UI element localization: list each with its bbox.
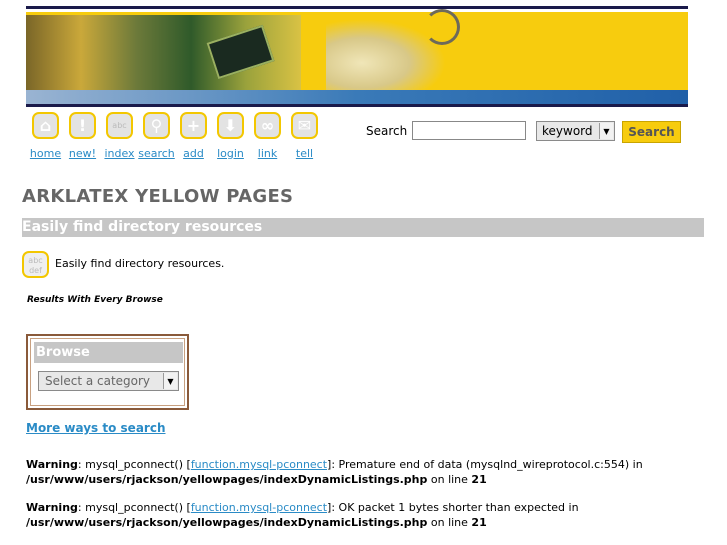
header-banner (26, 6, 688, 107)
search-type-select[interactable]: keyword ▼ (536, 121, 615, 141)
banner-blue-band (26, 90, 688, 104)
warning-pre: : mysql_pconnect() [ (77, 458, 191, 471)
warning-post: ]: OK packet 1 bytes shorter than expect… (327, 501, 579, 514)
warning-label: Warning (26, 458, 78, 471)
warning-message: Warning: mysql_pconnect() [function.mysq… (26, 500, 579, 530)
nav-index-label[interactable]: index (104, 147, 134, 160)
warning-path: /usr/www/users/rjackson/yellowpages/inde… (26, 516, 428, 529)
nav-add[interactable]: + add (178, 112, 209, 160)
warning-message: Warning: mysql_pconnect() [function.mysq… (26, 457, 643, 487)
nav-new[interactable]: ! new! (67, 112, 98, 160)
warning-online: on line (427, 516, 472, 529)
category-select[interactable]: Select a category ▼ (38, 371, 179, 391)
chevron-down-icon[interactable]: ▼ (599, 123, 613, 139)
warning-label: Warning (26, 501, 78, 514)
warning-path: /usr/www/users/rjackson/yellowpages/inde… (26, 473, 428, 486)
warning-function-link[interactable]: function.mysql-pconnect (191, 458, 327, 471)
search-label: Search (366, 124, 408, 138)
warning-line-number: 21 (471, 473, 487, 486)
down-arrow-icon[interactable]: ⬇ (217, 112, 244, 139)
nav-link-label[interactable]: link (258, 147, 277, 160)
magnifier-icon[interactable]: ⚲ (143, 112, 170, 139)
browse-panel: Browse Select a category ▼ (26, 334, 189, 410)
search-input[interactable] (412, 121, 526, 140)
nav-home[interactable]: ⌂ home (30, 112, 61, 160)
banner-phone-cord-art (424, 9, 460, 45)
abc-icon[interactable]: abc (106, 112, 133, 139)
nav-search-label[interactable]: search (138, 147, 175, 160)
icon-nav: ⌂ home ! new! abc index ⚲ search + add ⬇… (30, 112, 320, 160)
warning-pre: : mysql_pconnect() [ (77, 501, 191, 514)
nav-index[interactable]: abc index (104, 112, 135, 160)
nav-tell[interactable]: ✉ tell (289, 112, 320, 160)
abc-icon: abc def (22, 251, 49, 278)
warning-online: on line (427, 473, 472, 486)
nav-new-label[interactable]: new! (69, 147, 96, 160)
category-select-value: Select a category (45, 374, 151, 388)
nav-add-label[interactable]: add (183, 147, 204, 160)
exclamation-icon[interactable]: ! (69, 112, 96, 139)
page-title: ARKLATEX YELLOW PAGES (22, 186, 294, 207)
banner-top-stripe (26, 9, 688, 12)
sub-note: Results With Every Browse (27, 295, 163, 305)
more-ways-link[interactable]: More ways to search (26, 421, 166, 435)
description-text: Easily find directory resources. (55, 257, 225, 270)
search-button[interactable]: Search (622, 121, 681, 143)
plus-icon[interactable]: + (180, 112, 207, 139)
house-icon[interactable]: ⌂ (32, 112, 59, 139)
nav-link[interactable]: ∞ link (252, 112, 283, 160)
section-heading: Easily find directory resources (22, 218, 704, 237)
envelope-icon[interactable]: ✉ (291, 112, 318, 139)
warning-function-link[interactable]: function.mysql-pconnect (191, 501, 327, 514)
search-type-value: keyword (542, 124, 593, 138)
nav-home-label[interactable]: home (30, 147, 61, 160)
nav-login-label[interactable]: login (217, 147, 244, 160)
chevron-down-icon[interactable]: ▼ (163, 373, 177, 389)
warning-post: ]: Premature end of data (mysqlnd_wirepr… (327, 458, 643, 471)
chain-link-icon[interactable]: ∞ (254, 112, 281, 139)
browse-heading: Browse (34, 342, 183, 363)
warning-line-number: 21 (471, 516, 487, 529)
nav-search[interactable]: ⚲ search (138, 112, 175, 160)
nav-tell-label[interactable]: tell (296, 147, 313, 160)
nav-login[interactable]: ⬇ login (215, 112, 246, 160)
